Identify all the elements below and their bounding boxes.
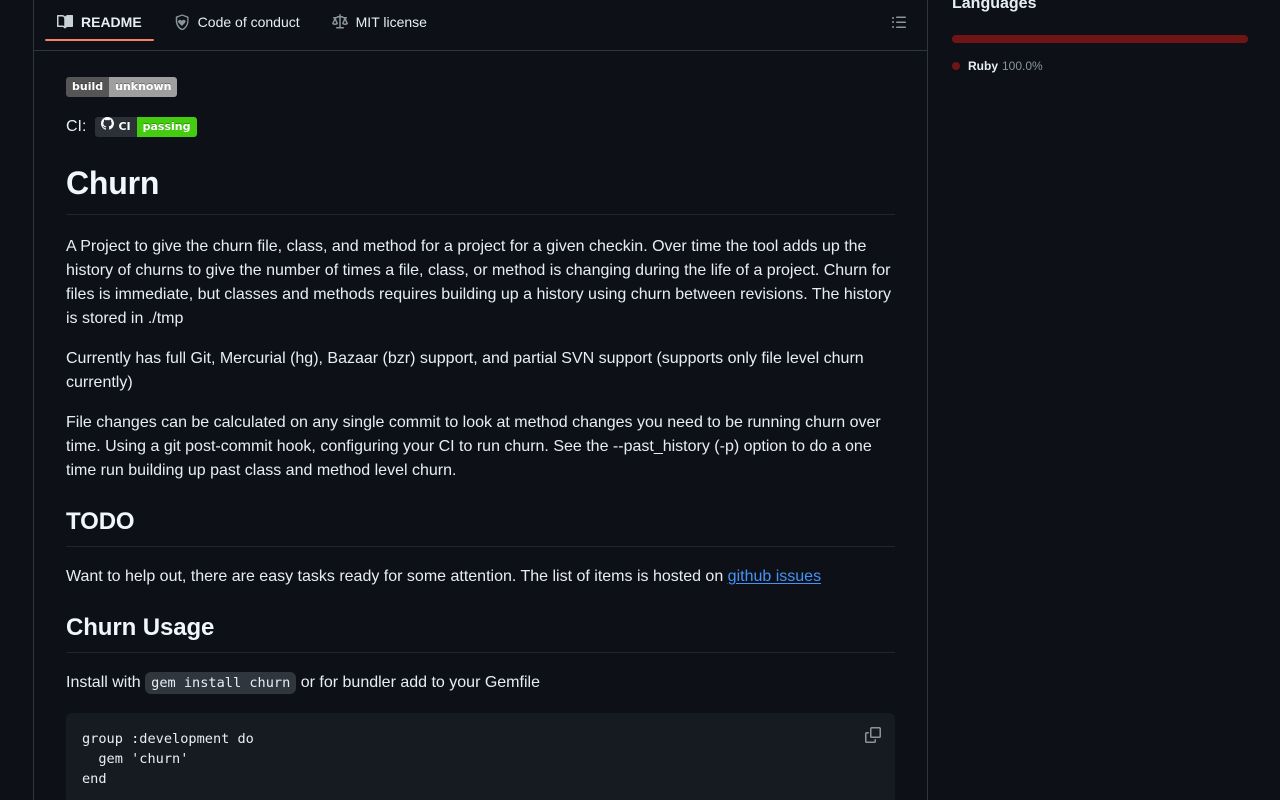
install-text-before: Install with [66, 674, 146, 691]
copy-icon [865, 727, 881, 743]
tab-label: Code of conduct [197, 13, 300, 30]
repo-sidebar: Languages Ruby 100.0% [952, 0, 1248, 75]
language-name: Ruby [968, 59, 998, 73]
github-mark-icon [101, 117, 115, 137]
code-block-content: group :development do gem 'churn' end [82, 731, 254, 787]
heading-todo: TODO [66, 507, 895, 547]
ci-badge-row: CI: CI passing [66, 117, 895, 137]
page-title: Churn [66, 163, 895, 215]
tab-mit-license[interactable]: MIT license [316, 0, 443, 50]
build-status-badge[interactable]: build unknown [66, 77, 178, 97]
tab-readme[interactable]: README [41, 0, 158, 50]
law-scales-icon [331, 13, 348, 30]
paragraph-todo: Want to help out, there are easy tasks r… [66, 565, 895, 589]
inline-code-gem-install: gem install churn [145, 672, 297, 694]
todo-text: Want to help out, there are easy tasks r… [66, 568, 728, 585]
install-text-after: or for bundler add to your Gemfile [296, 674, 540, 691]
ci-badge-left-label: CI [118, 120, 131, 133]
book-icon [57, 14, 73, 30]
paragraph-support: Currently has full Git, Mercurial (hg), … [66, 350, 864, 391]
github-repo-readme-page: README Code of conduct MIT license build… [0, 0, 1280, 800]
language-bar-segment-ruby[interactable] [952, 35, 1248, 43]
ci-badge-right-label: passing [136, 117, 197, 137]
build-badge-row: build unknown [66, 77, 895, 97]
build-badge-right-label: unknown [109, 77, 178, 97]
paragraph-file-changes: File changes can be calculated on any si… [66, 414, 881, 479]
languages-list: Ruby 100.0% [952, 57, 1248, 75]
shield-heart-icon [174, 13, 190, 30]
paragraph-install: Install with gem install churn or for bu… [66, 671, 895, 695]
outline-button[interactable] [883, 6, 915, 38]
readme-tabbar: README Code of conduct MIT license [34, 0, 927, 51]
languages-bar [952, 35, 1248, 43]
list-unordered-icon [891, 14, 907, 30]
readme-panel: README Code of conduct MIT license build… [33, 0, 928, 800]
ci-prefix-label: CI: [66, 118, 87, 135]
language-color-dot [952, 62, 960, 70]
readme-content: build unknown CI: CI passing Churn A Pro… [34, 51, 927, 800]
build-badge-left-label: build [66, 77, 110, 97]
ci-badge-left: CI [95, 117, 137, 137]
code-block-gemfile: group :development do gem 'churn' end [66, 713, 895, 800]
tab-label: README [81, 13, 142, 30]
copy-code-button[interactable] [859, 721, 887, 749]
heading-churn-usage: Churn Usage [66, 613, 895, 653]
github-issues-link[interactable]: github issues [728, 568, 821, 585]
language-percent: 100.0% [1002, 59, 1043, 73]
paragraph-intro: A Project to give the churn file, class,… [66, 238, 892, 327]
languages-heading: Languages [952, 0, 1037, 12]
tab-label: MIT license [355, 13, 427, 30]
ci-status-badge[interactable]: CI passing [95, 117, 197, 137]
tab-code-of-conduct[interactable]: Code of conduct [158, 0, 316, 50]
language-item-ruby[interactable]: Ruby 100.0% [952, 57, 1248, 75]
